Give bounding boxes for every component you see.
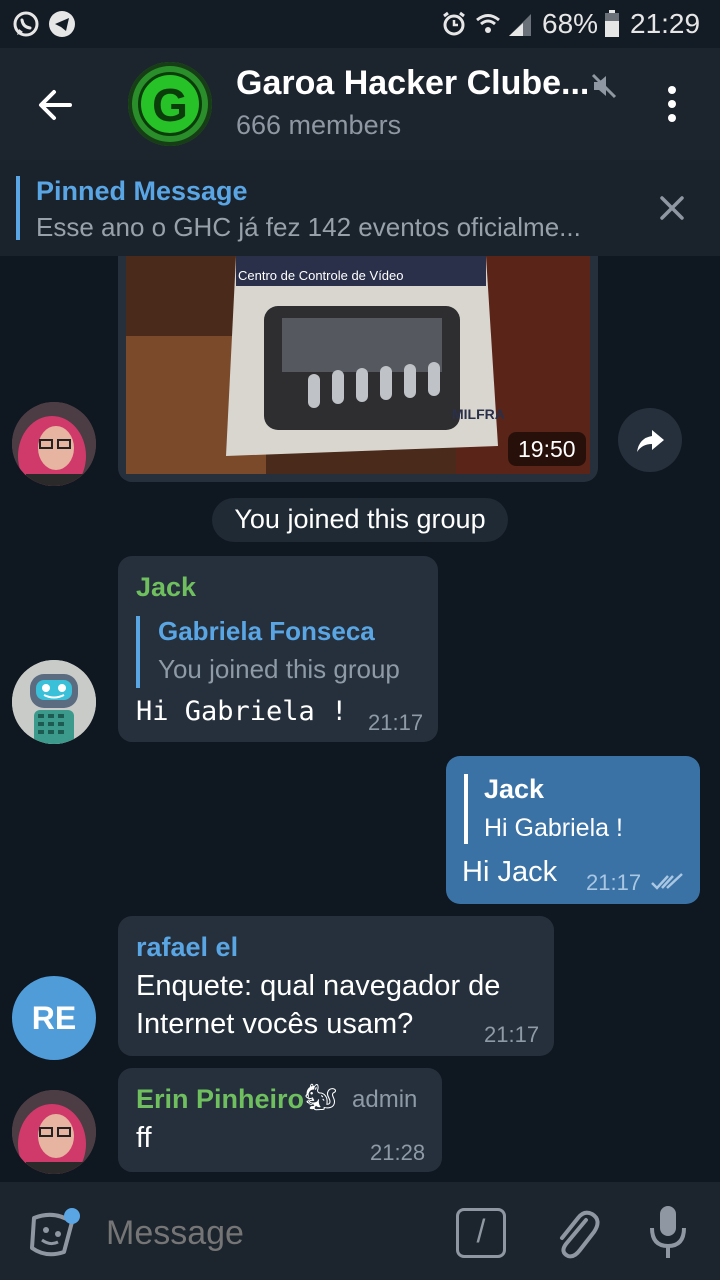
share-button[interactable] [618,408,682,472]
message-text-line1: Enquete: qual navegador de [136,970,501,1002]
message-time: 21:17 [484,1022,540,1047]
command-glyph: / [476,1213,486,1249]
signal-icon [509,14,531,36]
reply-text[interactable]: You joined this group [158,654,400,685]
service-message: You joined this group [212,498,508,542]
avatar-erin-2[interactable] [12,1090,96,1174]
service-message-text: You joined this group [234,504,486,534]
avatar-initials: RE [31,1000,77,1036]
video-brand: MILFRA [452,406,505,422]
bot-command-button[interactable]: / [456,1208,506,1258]
avatar-erin-1[interactable] [12,402,96,486]
message-bubble-jack[interactable]: Jack Gabriela Fonseca You joined this gr… [118,556,438,742]
battery-percent: 68% [542,8,599,39]
chat-header: G Garoa Hacker Clube... 666 members [0,48,720,160]
group-avatar-letter: G [152,79,188,131]
video-duration-badge: 19:50 [508,432,586,466]
robot-avatar-icon [12,660,96,744]
message-time: 21:28 [370,1140,426,1165]
pinned-accent-bar [16,176,20,240]
message-text-line2: Internet vocês usam? [136,1008,414,1040]
close-icon[interactable] [658,194,686,222]
woman-pink-hair-icon [12,1090,96,1174]
member-count: 666 members [236,110,402,140]
telegram-icon [49,11,75,37]
microphone-icon[interactable] [648,1204,688,1260]
video-duration: 19:50 [518,436,576,462]
message-bubble-rafael[interactable]: rafael el Enquete: qual navegador de Int… [118,916,554,1056]
sender-name[interactable]: Jack [136,572,196,603]
squirrel-emoji: 🐿 [304,1082,338,1112]
video-message-bubble[interactable]: Centro de Controle de Vídeo MILFRA 19:50 [118,256,598,482]
share-arrow-icon [637,430,664,452]
pinned-text: Esse ano o GHC já fez 142 eventos oficia… [36,212,581,242]
attach-paperclip-icon[interactable] [552,1206,600,1262]
double-check-icon [651,873,683,890]
message-text: Hi Jack [462,856,558,888]
sender-name[interactable]: Erin Pinheiro [136,1084,304,1115]
reply-text[interactable]: Hi Gabriela ! [484,814,623,843]
battery-icon [605,10,619,37]
message-bubble-outgoing[interactable]: Jack Hi Gabriela ! Hi Jack 21:17 [446,756,700,904]
muted-icon [591,73,617,99]
admin-badge: admin [352,1086,418,1113]
message-time: 21:17 [368,710,424,735]
more-options-icon[interactable] [662,84,682,124]
reply-name[interactable]: Jack [484,774,544,805]
pinned-message[interactable]: Pinned Message Esse ano o GHC já fez 142… [0,160,720,256]
message-text: Hi Gabriela ! [136,696,348,727]
back-arrow-icon[interactable] [36,86,74,124]
message-composer: / [0,1182,720,1280]
pinned-title: Pinned Message [36,176,248,206]
avatar-rafael[interactable]: RE [12,976,96,1060]
alarm-icon [443,11,465,36]
whatsapp-icon [13,11,39,37]
sender-name[interactable]: rafael el [136,932,238,963]
sticker-icon[interactable] [28,1208,80,1260]
woman-pink-hair-icon [12,402,96,486]
reply-accent-bar [136,616,140,688]
message-bubble-erin[interactable]: Erin Pinheiro 🐿 admin ff 21:28 [118,1068,442,1172]
chat-title[interactable]: Garoa Hacker Clube... [236,64,589,103]
clock: 21:29 [630,8,701,39]
status-bar: 68% 21:29 [0,0,720,48]
reply-name[interactable]: Gabriela Fonseca [158,616,375,647]
wifi-icon [476,14,500,33]
avatar-jack[interactable] [12,660,96,744]
video-box-label: Centro de Controle de Vídeo [238,268,404,283]
message-time: 21:17 [586,870,642,895]
message-text: ff [136,1122,152,1154]
message-input[interactable] [104,1210,428,1256]
group-avatar[interactable]: G [128,62,212,146]
reply-accent-bar [464,774,468,844]
